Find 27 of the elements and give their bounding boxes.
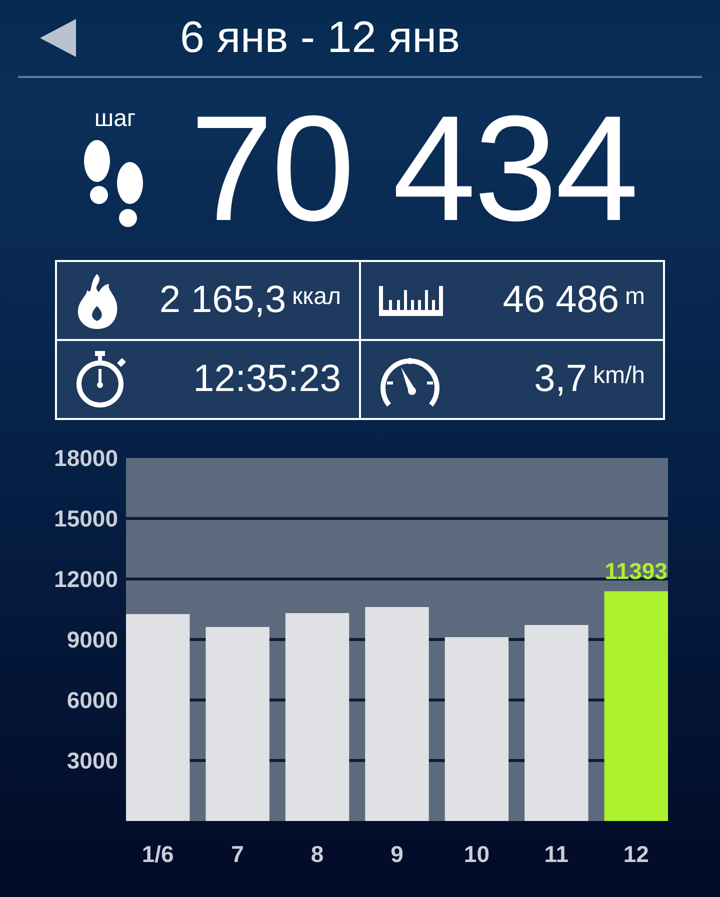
- x-axis-label: 7: [231, 841, 244, 867]
- date-range-title: 6 янв - 12 янв: [180, 13, 460, 63]
- stat-value: 12:35:23: [193, 358, 341, 401]
- stat-value: 3,7: [534, 358, 587, 401]
- y-axis-label: 18000: [54, 445, 118, 471]
- steps-count: 70 434: [190, 93, 637, 243]
- back-icon[interactable]: [40, 19, 76, 57]
- stopwatch-icon: [75, 350, 127, 408]
- y-axis-label: 15000: [54, 506, 118, 532]
- y-axis-label: 6000: [66, 687, 118, 713]
- x-axis-label: 9: [390, 841, 404, 867]
- bar-value-label: 11393: [604, 558, 668, 584]
- x-axis-label: 8: [310, 841, 324, 867]
- stat-value: 46 486: [502, 279, 619, 322]
- x-axis-label: 10: [464, 841, 490, 867]
- stat-unit: km/h: [592, 362, 645, 390]
- y-axis-label: 12000: [54, 566, 118, 592]
- x-axis-label: 1/6: [142, 841, 174, 867]
- steps-label: шаг: [94, 105, 136, 133]
- stat-unit: m: [625, 283, 645, 311]
- x-axis-label: 11: [544, 841, 569, 867]
- stat-unit: ккал: [292, 283, 341, 311]
- stat-value: 2 165,3: [159, 279, 286, 322]
- y-axis-label: 3000: [66, 748, 118, 774]
- x-axis-label: 12: [623, 841, 649, 867]
- ruler-icon: [379, 286, 443, 316]
- y-axis-label: 9000: [66, 626, 118, 652]
